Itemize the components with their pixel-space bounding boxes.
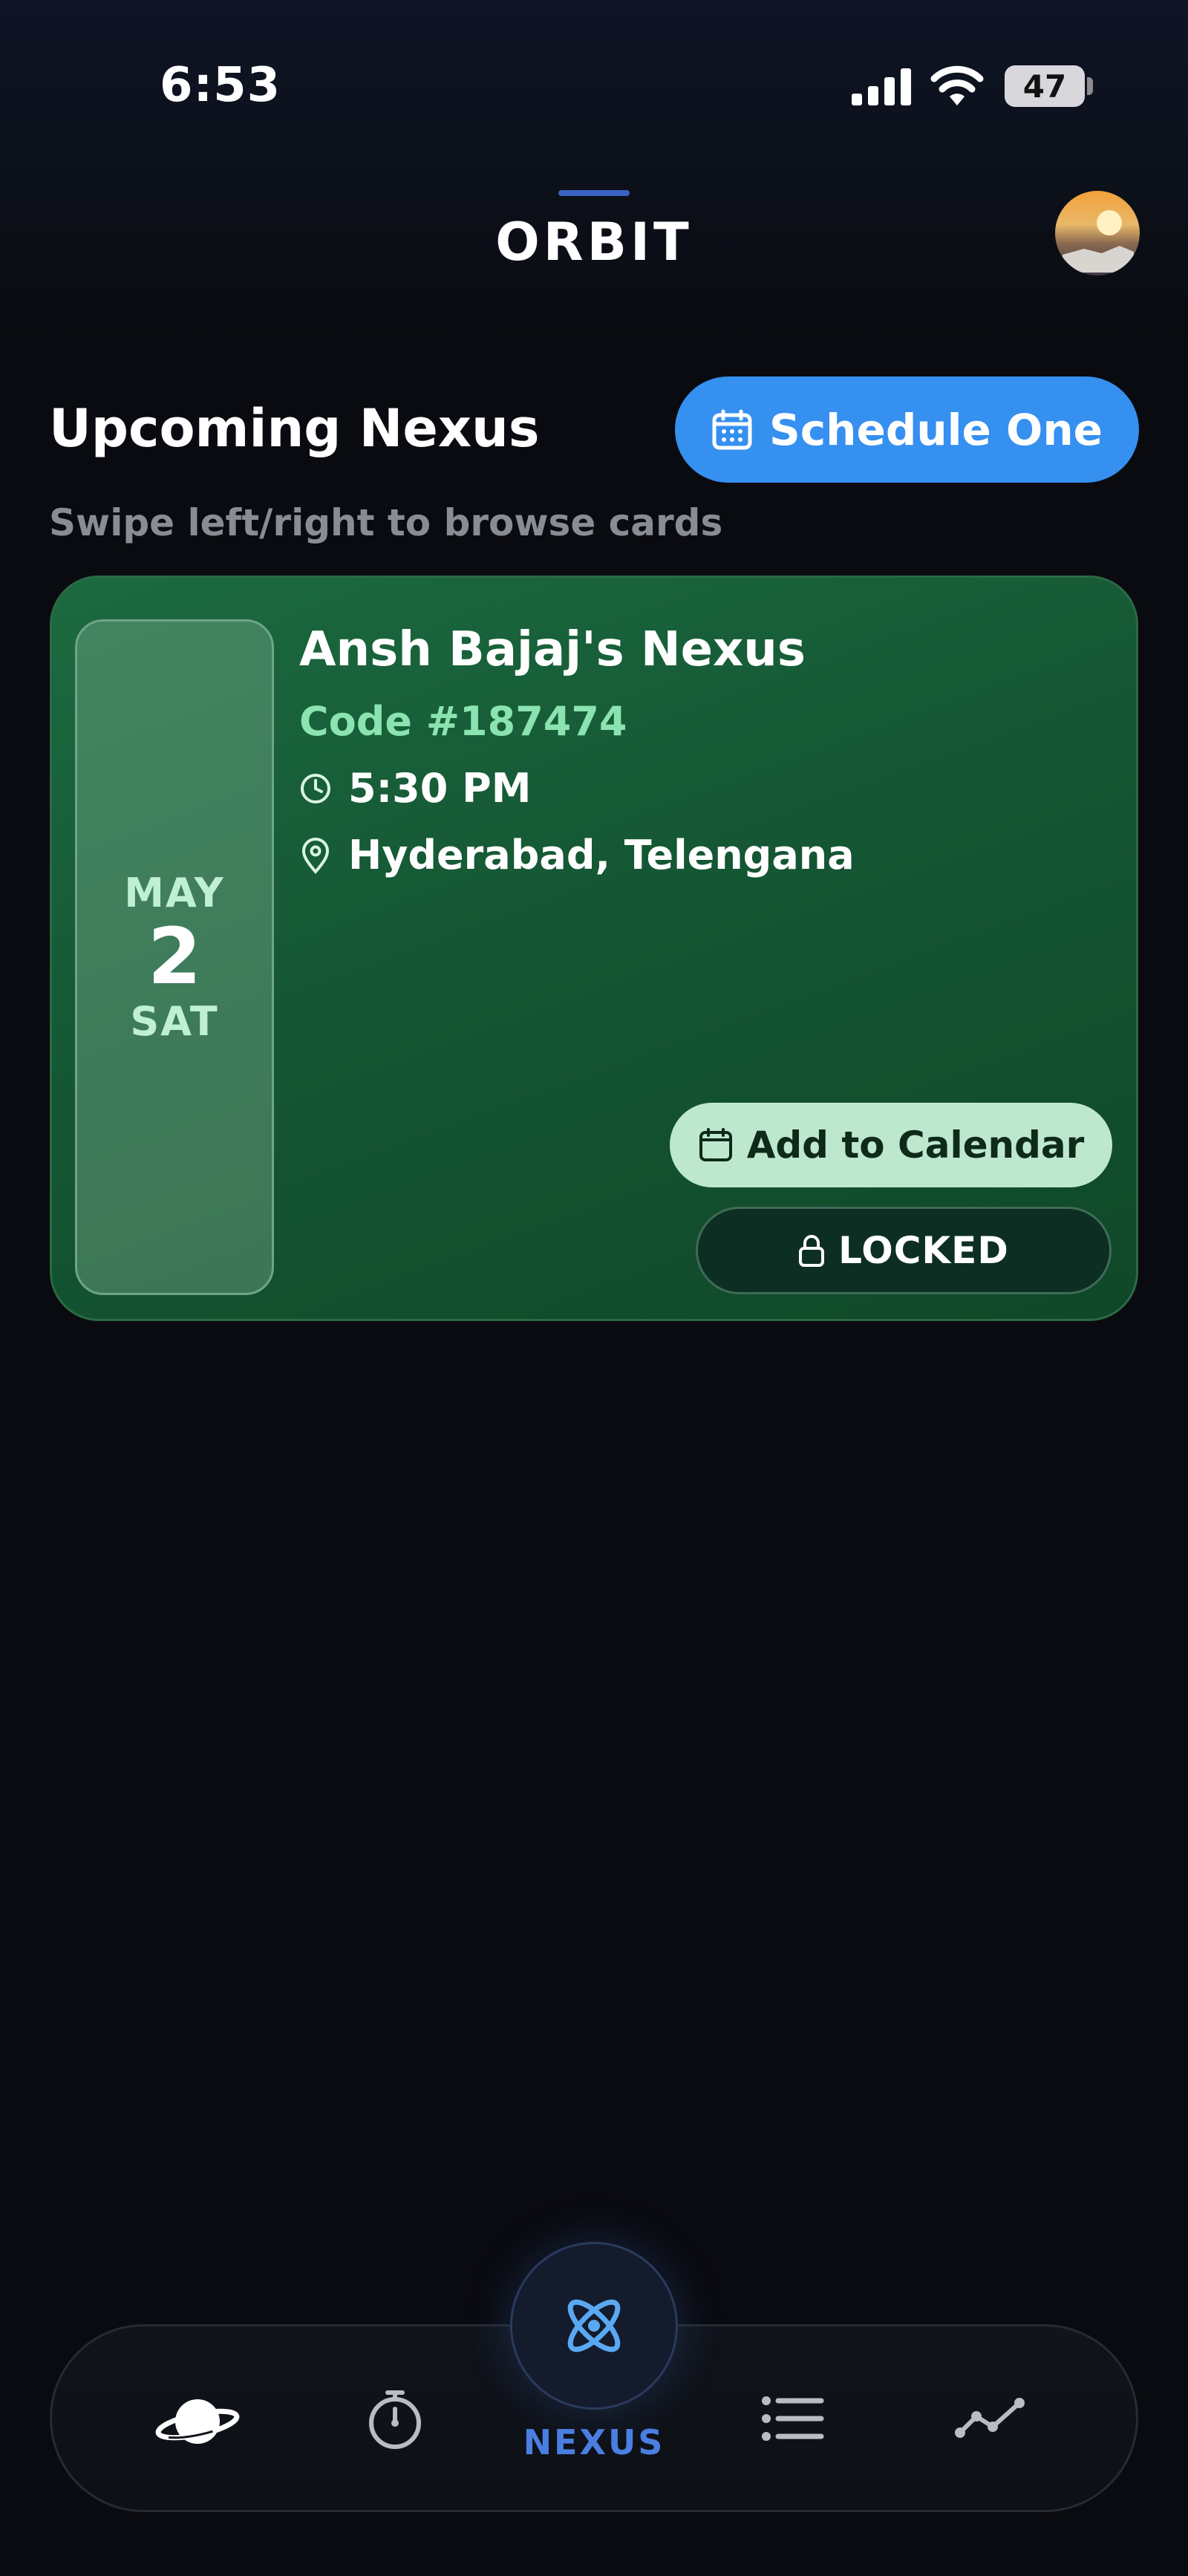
locked-button[interactable]: LOCKED bbox=[696, 1207, 1112, 1294]
date-block: MAY 2 SAT bbox=[75, 619, 274, 1295]
nexus-tab-button[interactable] bbox=[510, 2242, 678, 2410]
atom-icon bbox=[567, 2299, 621, 2352]
clock-icon bbox=[301, 773, 330, 803]
wifi-icon bbox=[930, 65, 984, 105]
calendar-icon bbox=[712, 409, 752, 449]
nexus-location: Hyderabad, Telengana bbox=[348, 832, 855, 878]
location-pin-icon bbox=[301, 837, 330, 874]
nexus-location-row: Hyderabad, Telengana bbox=[299, 832, 855, 878]
section-title: Upcoming Nexus bbox=[49, 398, 540, 459]
battery-indicator: 47 bbox=[1005, 65, 1085, 107]
avatar-sun bbox=[1097, 210, 1122, 235]
nexus-time: 5:30 PM bbox=[348, 765, 532, 812]
add-to-calendar-button[interactable]: Add to Calendar bbox=[670, 1103, 1112, 1187]
nexus-code: Code #187474 bbox=[299, 698, 627, 745]
locked-label: LOCKED bbox=[838, 1229, 1009, 1272]
header-background bbox=[0, 0, 1188, 342]
nexus-time-row: 5:30 PM bbox=[299, 765, 531, 812]
header-drag-handle bbox=[558, 190, 630, 196]
schedule-one-button[interactable]: Schedule One bbox=[675, 376, 1139, 483]
status-time: 6:53 bbox=[160, 58, 281, 113]
section-subtitle: Swipe left/right to browse cards bbox=[49, 501, 723, 544]
avatar[interactable] bbox=[1055, 191, 1140, 275]
nexus-name: Ansh Bajaj's Nexus bbox=[299, 622, 806, 677]
date-day: 2 bbox=[147, 911, 202, 1002]
list-icon[interactable] bbox=[760, 2395, 824, 2442]
battery-tip bbox=[1087, 77, 1093, 95]
lock-icon bbox=[799, 1235, 825, 1267]
battery-level: 47 bbox=[1022, 68, 1067, 105]
app-title: ORBIT bbox=[495, 212, 693, 273]
cellular-signal-icon bbox=[852, 68, 911, 105]
date-weekday: SAT bbox=[130, 997, 219, 1045]
trend-icon[interactable] bbox=[954, 2396, 1025, 2440]
avatar-building bbox=[1063, 246, 1134, 273]
add-to-calendar-label: Add to Calendar bbox=[746, 1124, 1085, 1167]
date-month: MAY bbox=[124, 870, 225, 917]
calendar-outline-icon bbox=[699, 1128, 732, 1161]
schedule-one-label: Schedule One bbox=[769, 404, 1103, 455]
